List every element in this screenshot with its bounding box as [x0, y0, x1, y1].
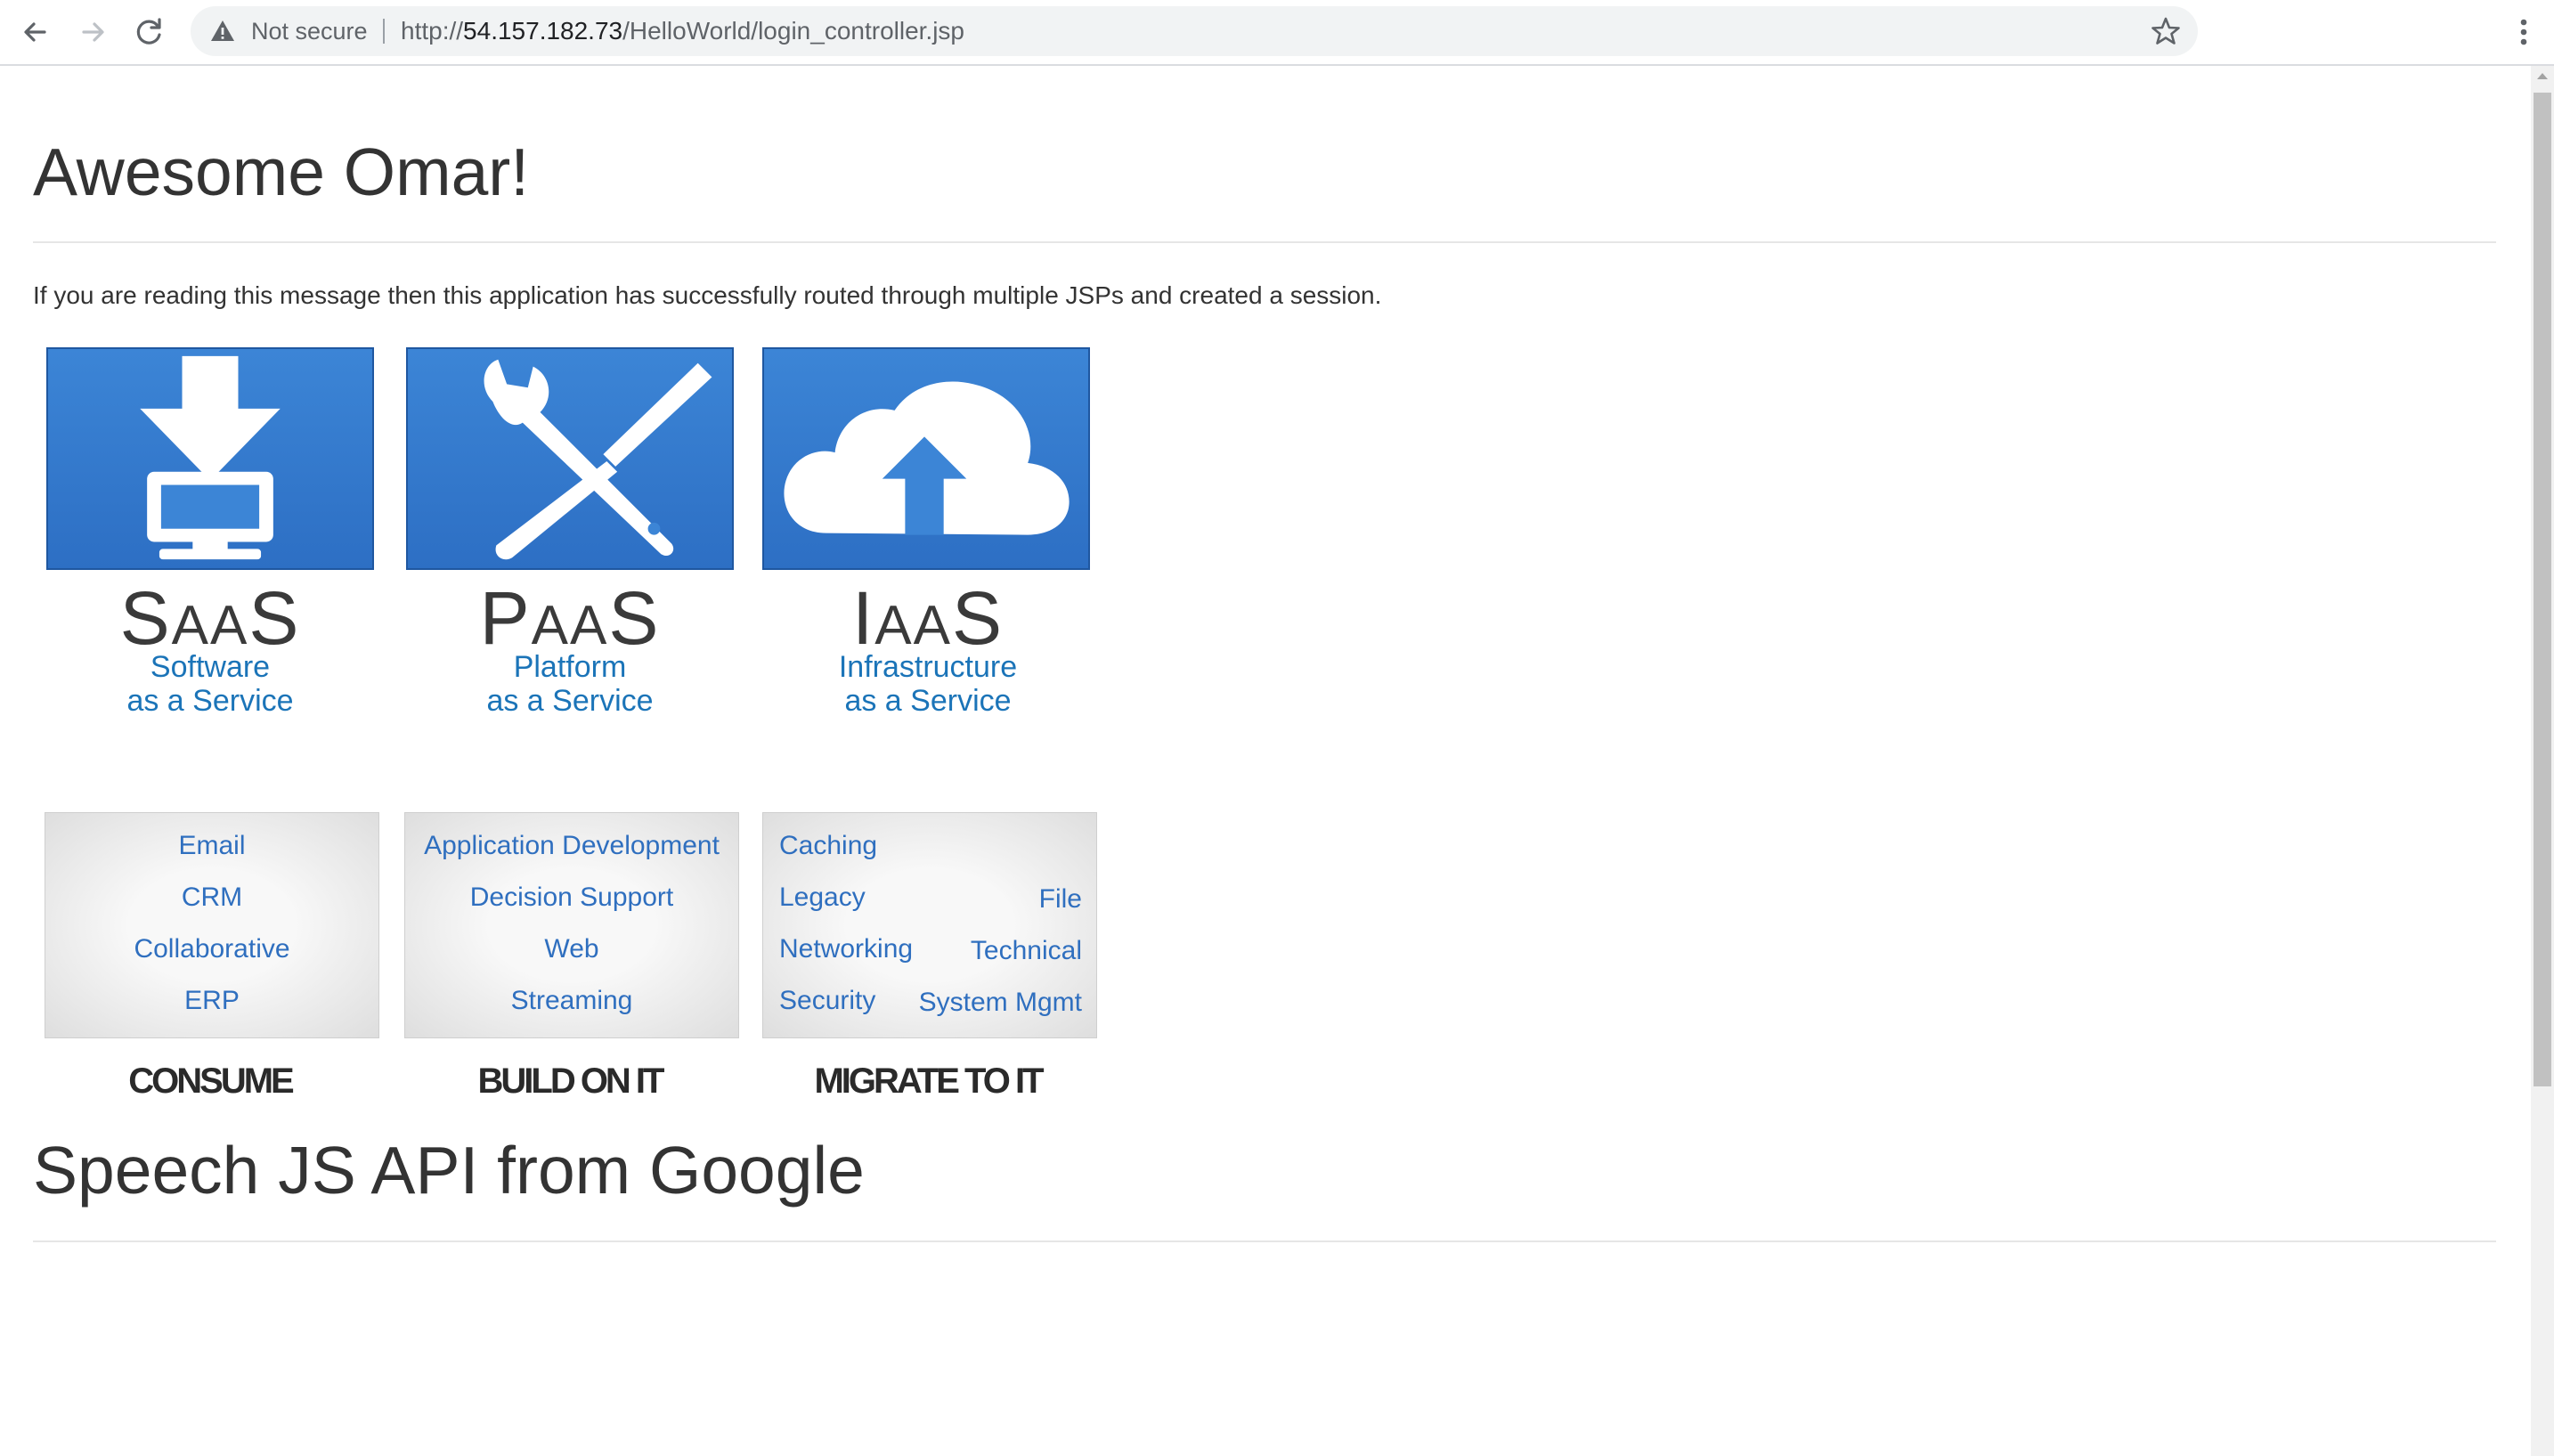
service-line2: as a Service — [126, 684, 294, 718]
forward-button[interactable] — [71, 11, 114, 53]
divider — [33, 241, 2496, 243]
back-button[interactable] — [14, 11, 57, 53]
url-path: /HelloWorld/login_controller.jsp — [622, 17, 965, 45]
browser-toolbar: Not secure http://54.157.182.73/HelloWor… — [0, 0, 2554, 66]
address-bar[interactable]: Not secure http://54.157.182.73/HelloWor… — [191, 6, 2198, 56]
warning-icon[interactable] — [208, 17, 237, 45]
list-item: Web — [544, 934, 599, 964]
scroll-up-button[interactable] — [2531, 66, 2554, 85]
page-title: Awesome Omar! — [33, 134, 530, 209]
list-item: Email — [178, 831, 246, 860]
examples-box: Caching Legacy Networking Security File … — [762, 812, 1097, 1038]
wrench-screwdriver-icon — [406, 347, 734, 570]
acronym-start: I — [851, 576, 875, 660]
intro-text: If you are reading this message then thi… — [33, 281, 1382, 309]
acronym-end: S — [952, 576, 1005, 660]
vertical-scrollbar[interactable] — [2531, 66, 2554, 1456]
list-item: Streaming — [510, 986, 633, 1015]
service-name: Infrastructure as a Service — [762, 650, 1094, 718]
divider — [383, 19, 385, 44]
acronym-start: P — [479, 576, 532, 660]
browser-menu-button[interactable] — [2502, 11, 2545, 53]
service-name: Software as a Service — [45, 650, 376, 718]
scrollbar-thumb[interactable] — [2534, 93, 2551, 1086]
examples-box: Application Development Decision Support… — [404, 812, 739, 1038]
cloud-upload-icon — [762, 347, 1090, 570]
list-item: File — [1038, 884, 1082, 914]
list-item: Application Development — [424, 831, 720, 860]
reload-button[interactable] — [128, 11, 171, 53]
kebab-menu-icon — [2520, 19, 2527, 45]
url-text[interactable]: http://54.157.182.73/HelloWorld/login_co… — [401, 6, 964, 56]
url-prefix: http:// — [401, 17, 464, 45]
service-line2: as a Service — [486, 684, 654, 718]
acronym-end: S — [608, 576, 661, 660]
list-item: System Mgmt — [918, 988, 1082, 1017]
cloud-service-models-image: SAAS Software as a Service Email CRM Coll… — [45, 347, 1097, 1113]
list-item: Caching — [779, 831, 878, 860]
url-host: 54.157.182.73 — [463, 17, 623, 45]
acronym-saas: SAAS — [45, 581, 376, 655]
bookmark-star-button[interactable] — [2150, 15, 2182, 47]
divider — [33, 1240, 2496, 1242]
caret-up-icon — [2537, 73, 2548, 79]
acronym-middle: AA — [171, 595, 249, 656]
acronym-end: S — [248, 576, 301, 660]
acronym-start: S — [119, 576, 172, 660]
list-item: Security — [779, 986, 876, 1015]
acronym-middle: AA — [531, 595, 609, 656]
list-item: Collaborative — [134, 934, 290, 964]
action-label: CONSUME — [128, 1061, 294, 1101]
action-label: BUILD ON IT — [477, 1061, 665, 1101]
acronym-paas: PAAS — [404, 581, 736, 655]
security-label[interactable]: Not secure — [251, 6, 368, 56]
service-line1: Infrastructure — [838, 650, 1018, 684]
action-label: MIGRATE TO IT — [814, 1061, 1044, 1101]
list-item: Decision Support — [469, 883, 674, 912]
section-heading: Speech JS API from Google — [33, 1133, 865, 1208]
examples-box: Email CRM Collaborative ERP — [45, 812, 379, 1038]
page-content: Awesome Omar! If you are reading this me… — [0, 66, 2531, 1456]
service-name: Platform as a Service — [404, 650, 736, 718]
list-item: ERP — [184, 986, 240, 1015]
service-line2: as a Service — [844, 684, 1012, 718]
list-item: Legacy — [779, 883, 866, 912]
star-icon — [2151, 17, 2180, 45]
list-item: Technical — [970, 936, 1082, 965]
service-line1: Software — [150, 650, 271, 684]
arrow-left-icon — [24, 22, 46, 42]
list-item: CRM — [181, 883, 243, 912]
download-monitor-icon — [46, 347, 374, 570]
reload-icon — [136, 18, 161, 45]
acronym-iaas: IAAS — [762, 581, 1094, 655]
arrow-right-icon — [82, 22, 104, 42]
acronym-middle: AA — [874, 595, 953, 656]
list-item: Networking — [779, 934, 914, 964]
service-line1: Platform — [513, 650, 627, 684]
